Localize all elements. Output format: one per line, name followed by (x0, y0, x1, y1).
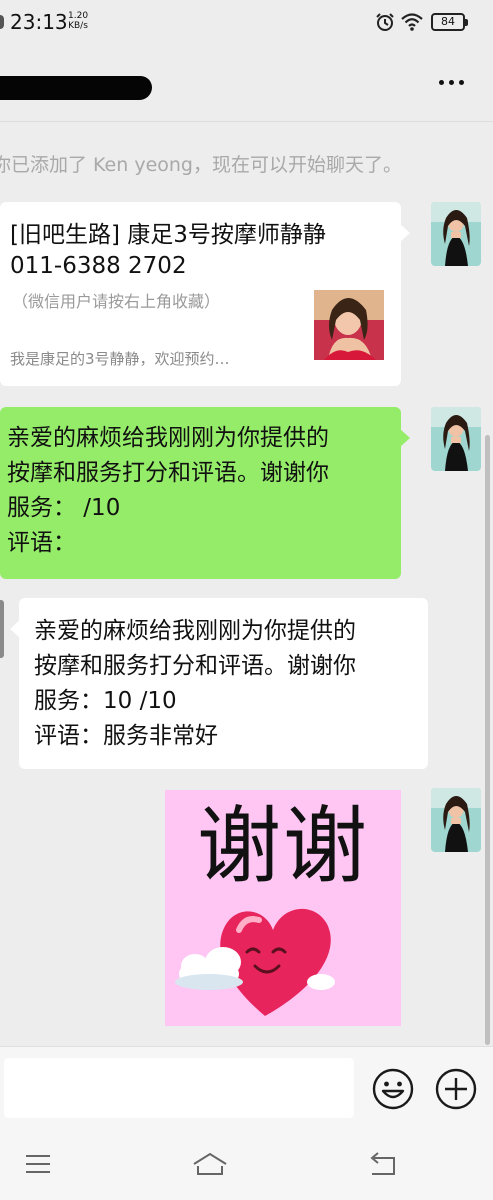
alarm-icon (376, 13, 394, 31)
chat-scrollbar[interactable] (485, 435, 490, 1045)
back-icon[interactable] (362, 1148, 402, 1180)
chat-header (0, 46, 493, 122)
home-icon[interactable] (190, 1148, 230, 1180)
message-line: 评语： (7, 530, 76, 556)
network-speed: 1.20 KB/s (68, 11, 88, 31)
status-bar: 23:13 1.20 KB/s 84 (0, 0, 493, 46)
battery-icon: 84 (431, 13, 468, 31)
self-avatar[interactable] (431, 202, 481, 266)
sent-message-bubble[interactable]: 亲爱的麻烦给我刚刚为你提供的 按摩和服务打分和评语。谢谢你 服务： /10 评语… (0, 407, 410, 579)
bubble-tail (400, 429, 410, 447)
message-line: 服务： /10 (7, 495, 121, 521)
received-message-bubble[interactable]: 亲爱的麻烦给我刚刚为你提供的 按摩和服务打分和评语。谢谢你 服务：10 /10 … (10, 598, 428, 769)
message-line: 按摩和服务打分和评语。谢谢你 (34, 653, 356, 679)
message-line: 亲爱的麻烦给我刚刚为你提供的 (34, 618, 356, 644)
sticker-text: 谢谢 (196, 797, 369, 895)
network-speed-unit: KB/s (68, 21, 88, 31)
system-message: 你已添加了 Ken yeong，现在可以开始聊天了。 (0, 154, 402, 176)
card-description: 我是康足的3号静静，欢迎预约… (10, 350, 230, 368)
notification-dot (0, 15, 4, 29)
bubble-tail (400, 224, 410, 242)
menu-icon[interactable] (18, 1148, 58, 1180)
more-icon-dot (458, 79, 464, 85)
message-line: 服务：10 /10 (34, 688, 177, 714)
self-avatar[interactable] (431, 788, 481, 852)
self-avatar[interactable] (431, 407, 481, 471)
wifi-icon (401, 13, 423, 31)
emoji-icon[interactable] (371, 1067, 415, 1111)
network-speed-value: 1.20 (68, 11, 89, 21)
message-line: 评语：服务非常好 (34, 723, 218, 749)
card-title: [旧吧生路] 康足3号按摩师静静 011-6388 2702 (10, 222, 326, 279)
contact-avatar[interactable] (0, 600, 4, 658)
card-note: （微信用户请按右上角收藏） (12, 292, 221, 311)
more-button[interactable] (429, 64, 473, 100)
more-icon-dot (448, 79, 454, 85)
system-nav-bar (0, 1128, 493, 1200)
more-icon-dot (438, 79, 444, 85)
sticker-message[interactable]: 谢谢 (165, 790, 401, 1026)
message-line: 按摩和服务打分和评语。谢谢你 (7, 460, 329, 486)
message-line: 亲爱的麻烦给我刚刚为你提供的 (7, 425, 329, 451)
chat-title-redacted (0, 76, 154, 100)
card-thumbnail (314, 290, 384, 360)
heart-sticker-image (175, 908, 335, 1016)
input-bar (0, 1046, 493, 1128)
status-time: 23:13 (10, 10, 68, 34)
plus-icon[interactable] (434, 1067, 478, 1111)
message-input[interactable] (4, 1058, 354, 1118)
bubble-tail (10, 620, 20, 638)
link-card-bubble[interactable]: [旧吧生路] 康足3号按摩师静静 011-6388 2702 （微信用户请按右上… (0, 202, 410, 386)
